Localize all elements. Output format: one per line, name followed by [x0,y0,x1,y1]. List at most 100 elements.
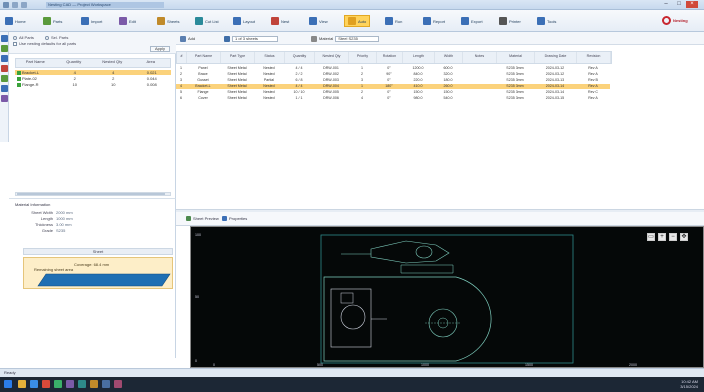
grid-cell: 0° [387,66,391,70]
grid-cell: Sheet Metal [227,66,247,70]
rotate-tool-icon[interactable] [1,55,8,62]
select-tool-icon[interactable] [1,35,8,42]
grid-cell: 260.0 [443,84,453,88]
ribbon-home-button[interactable]: Home [2,15,29,27]
zoom-fit-icon[interactable]: ▭ [647,233,655,241]
part-left-hole [340,304,366,330]
app-menu-icon[interactable] [3,2,9,8]
grid-row[interactable]: 4 Bracket-L Sheet Metal Nested 4 / 4 DRW-004 1… [176,84,610,89]
sheet-selector[interactable]: 1 of 3 sheets [224,35,278,42]
add-part-button[interactable]: Add [180,35,195,42]
save-icon[interactable] [12,2,18,8]
ribbon-printer-button[interactable]: Printer [496,15,524,27]
maximize-button[interactable]: □ [673,1,685,8]
ribbon-run-button[interactable]: Run [382,15,405,27]
selected-parts-radio[interactable]: Sel. Parts [45,35,68,40]
minimize-button[interactable]: – [660,1,672,8]
ribbon-sheets-button[interactable]: Sheets [154,15,182,27]
parts-col-header[interactable]: Part Name [16,59,55,67]
edit-icon [119,17,127,25]
ribbon-cut-list-button[interactable]: Cut List [192,15,222,27]
parts-col-header[interactable]: Nested Qty [93,59,132,67]
x-axis-5: 2000 [629,363,637,367]
export-icon [461,17,469,25]
nest-canvas[interactable]: 100 50 0 0 500 1000 1500 2000 ▭ + − ✥ [190,226,704,368]
mirror-tool-icon[interactable] [1,75,8,82]
ribbon-edit-button[interactable]: Edit [116,15,139,27]
app-icon-1[interactable] [42,380,50,388]
grid-col-header[interactable]: Part Type [221,52,255,63]
browser-icon[interactable] [30,380,38,388]
grid-col-header[interactable]: # [177,52,187,63]
parts-col-header[interactable]: Quantity [55,59,94,67]
grid-cell: Gusset [197,78,209,82]
ribbon-report-button[interactable]: Report [420,15,448,27]
grid-row[interactable]: 3 Gusset Sheet Metal Partial 6 / 8 DRW-003 3 0°… [176,78,610,83]
nesting-defaults-checkbox[interactable]: Use nesting defaults for all parts [13,41,76,46]
grid-col-header[interactable]: Quantity [285,52,315,63]
grid-row[interactable]: 1 Panel Sheet Metal Nested 4 / 4 DRW-001 1 0° 12… [176,66,610,71]
material-filter[interactable]: Material Steel S235 [311,35,380,42]
grid-col-header[interactable]: Drawing Date [535,52,577,63]
ribbon-parts-button[interactable]: Parts [40,15,65,27]
grid-cell: Nested [263,66,275,70]
app-icon-6[interactable] [102,380,110,388]
grid-col-header[interactable]: Nested Qty [315,52,349,63]
ribbon-layout-button[interactable]: Layout [230,15,258,27]
delete-tool-icon[interactable] [1,65,8,72]
app-icon-5[interactable] [90,380,98,388]
apply-button[interactable]: Apply [150,46,170,52]
taskbar-clock: 10:42 AM 3/15/2024 [680,379,698,389]
tab-properties[interactable]: Properties [222,216,247,221]
grid-col-header[interactable]: Length [403,52,435,63]
app-icon-4[interactable] [78,380,86,388]
all-parts-radio[interactable]: All Parts [13,35,34,40]
app-icon-3[interactable] [66,380,74,388]
parts-row[interactable]: Flange-R 10 10 0.008 [15,82,171,87]
grid-cell: Partial [263,78,275,82]
parts-panel: All Parts Sel. Parts Use nesting default… [9,32,176,198]
explorer-icon[interactable] [18,380,26,388]
grid-row[interactable]: 6 Cover Sheet Metal Nested 1 / 1 DRW-006 4 0° 98… [176,96,610,101]
grid-row[interactable]: 5 Flange Sheet Metal Nested 10 / 10 DRW-005 2 0… [176,90,610,95]
grid-cell: 410.0 [413,84,423,88]
start-icon[interactable] [4,380,12,388]
parts-row[interactable]: Bracket-L 4 4 0.021 [15,70,171,75]
ribbon-view-button[interactable]: View [306,15,331,27]
app-icon-7[interactable] [114,380,122,388]
zoom-in-icon[interactable]: + [658,233,666,241]
grid-cell: 840.0 [413,72,423,76]
ribbon-auto-button[interactable]: Auto [344,15,371,27]
close-button[interactable]: × [686,1,698,8]
grid-col-header[interactable]: Revision [577,52,611,63]
tab-sheet-preview[interactable]: Sheet Preview [186,216,219,221]
grid-col-header[interactable]: Status [255,52,285,63]
app-icon-2[interactable] [54,380,62,388]
grid-cell: 2 / 2 [295,72,303,76]
parts-col-header[interactable]: Area [132,59,171,67]
x-axis-3: 1000 [421,363,429,367]
undo-icon[interactable] [21,2,27,8]
pan-icon[interactable]: ✥ [680,233,688,241]
sheet-preview-header: Sheet [23,248,173,255]
ribbon-export-button[interactable]: Export [458,15,486,27]
grid-cell: 0° [387,78,391,82]
move-tool-icon[interactable] [1,45,8,52]
parts-row[interactable]: Plate-02 2 2 0.044 [15,76,171,81]
grid-col-header[interactable]: Priority [349,52,377,63]
grid-col-header[interactable]: Part Name [187,52,221,63]
part-name-cell: Bracket-L [15,70,56,75]
zoom-tool-icon[interactable] [1,95,8,102]
parts-scrollbar[interactable] [15,192,171,196]
grid-col-header[interactable]: Width [435,52,463,63]
grid-col-header[interactable]: Material [497,52,535,63]
ribbon-import-button[interactable]: Import [78,15,105,27]
ribbon-tools-button[interactable]: Tools [534,15,559,27]
measure-tool-icon[interactable] [1,85,8,92]
grid-col-header[interactable]: Rotation [377,52,403,63]
ribbon-nest-button[interactable]: Nest [268,15,292,27]
grid-cell: Cover [198,96,208,100]
grid-col-header[interactable]: Notes [463,52,497,63]
grid-row[interactable]: 2 Brace Sheet Metal Nested 2 / 2 DRW-002 2 90° 8… [176,72,610,77]
zoom-out-icon[interactable]: − [669,233,677,241]
